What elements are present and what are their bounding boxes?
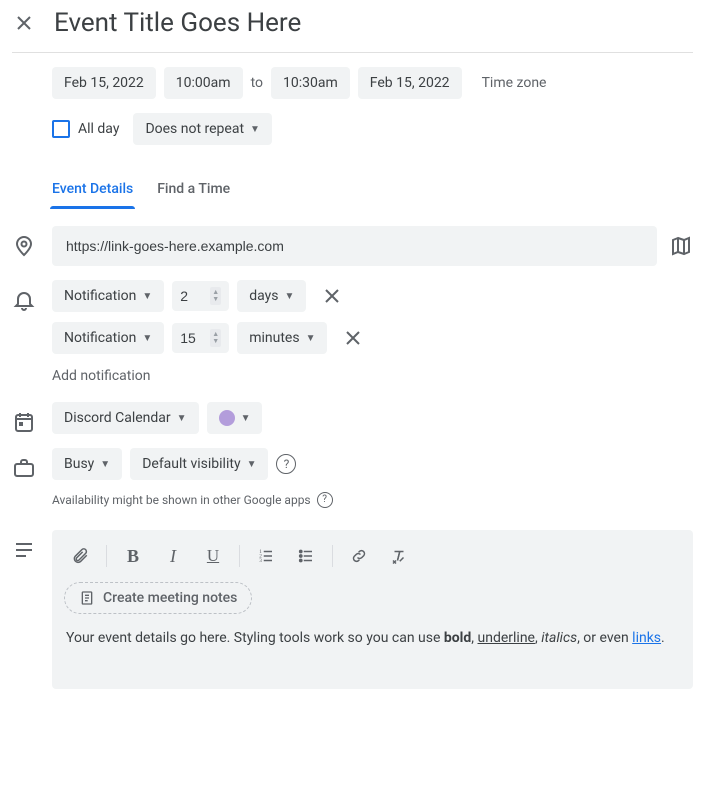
- chevron-down-icon: ▼: [306, 333, 316, 344]
- visibility-label: Default visibility: [142, 456, 240, 472]
- color-select[interactable]: ▼: [207, 402, 263, 434]
- meeting-notes-label: Create meeting notes: [103, 590, 237, 606]
- recurrence-label: Does not repeat: [145, 121, 244, 137]
- toolbar-divider: [239, 545, 240, 567]
- add-notification-button[interactable]: Add notification: [52, 364, 693, 388]
- availability-select[interactable]: Busy ▼: [52, 448, 122, 480]
- create-meeting-notes-button[interactable]: Create meeting notes: [64, 582, 252, 614]
- underline-icon[interactable]: U: [195, 540, 231, 572]
- remove-notification-1[interactable]: [320, 284, 344, 308]
- map-icon[interactable]: [669, 234, 693, 258]
- desc-link[interactable]: links: [632, 630, 661, 646]
- document-icon: [79, 590, 95, 606]
- availability-hint: Availability might be shown in other Goo…: [52, 493, 311, 507]
- visibility-select[interactable]: Default visibility ▼: [130, 448, 268, 480]
- end-time-chip[interactable]: 10:30am: [271, 67, 350, 99]
- chevron-down-icon: ▼: [177, 413, 187, 424]
- end-date-chip[interactable]: Feb 15, 2022: [358, 67, 462, 99]
- to-label: to: [251, 75, 263, 91]
- desc-segment: .: [661, 630, 665, 646]
- desc-underline: underline: [478, 630, 535, 646]
- value-stepper-2[interactable]: ▲▼: [210, 329, 221, 347]
- help-icon[interactable]: ?: [317, 492, 333, 508]
- all-day-checkbox[interactable]: [52, 120, 70, 138]
- remove-notification-2[interactable]: [341, 326, 365, 350]
- location-input[interactable]: [52, 226, 657, 266]
- recurrence-select[interactable]: Does not repeat ▼: [133, 113, 272, 145]
- notification-unit-label: minutes: [249, 330, 299, 346]
- notification-unit-label: days: [249, 288, 278, 304]
- attachment-icon[interactable]: [62, 540, 98, 572]
- toolbar-divider: [106, 545, 107, 567]
- description-icon: [12, 538, 36, 562]
- desc-italics: italics: [541, 630, 577, 646]
- italic-icon[interactable]: I: [155, 540, 191, 572]
- notification-value-2[interactable]: [180, 330, 206, 346]
- notification-unit-select-2[interactable]: minutes ▼: [237, 322, 327, 354]
- desc-segment: Your event details go here. Styling tool…: [66, 630, 444, 646]
- chevron-down-icon: ▼: [142, 333, 152, 344]
- calendar-select[interactable]: Discord Calendar ▼: [52, 402, 199, 434]
- notification-value-input-2[interactable]: ▲▼: [172, 323, 229, 353]
- notification-type-label: Notification: [64, 330, 136, 346]
- chevron-down-icon: ▼: [142, 291, 152, 302]
- color-swatch: [219, 410, 235, 426]
- notification-type-select-2[interactable]: Notification ▼: [52, 322, 164, 354]
- bell-icon: [12, 288, 36, 312]
- tab-find-a-time[interactable]: Find a Time: [157, 177, 230, 209]
- desc-bold: bold: [444, 630, 471, 646]
- chevron-down-icon: ▼: [100, 459, 110, 470]
- description-text[interactable]: Your event details go here. Styling tool…: [52, 628, 693, 649]
- tab-event-details[interactable]: Event Details: [52, 177, 133, 209]
- all-day-label: All day: [78, 121, 119, 137]
- svg-text:3: 3: [259, 558, 262, 564]
- description-editor[interactable]: B I U 123: [52, 530, 693, 689]
- link-icon[interactable]: [341, 540, 377, 572]
- chevron-down-icon: ▼: [250, 124, 260, 135]
- availability-label: Busy: [64, 456, 94, 472]
- notification-value-1[interactable]: [180, 288, 206, 304]
- chevron-down-icon: ▼: [241, 413, 251, 424]
- chevron-down-icon: ▼: [284, 291, 294, 302]
- notification-unit-select-1[interactable]: days ▼: [237, 280, 306, 312]
- chevron-down-icon: ▼: [247, 459, 257, 470]
- notification-type-select-1[interactable]: Notification ▼: [52, 280, 164, 312]
- event-title[interactable]: Event Title Goes Here: [54, 8, 301, 38]
- close-icon[interactable]: [12, 11, 36, 35]
- bullet-list-icon[interactable]: [288, 540, 324, 572]
- timezone-button[interactable]: Time zone: [482, 75, 547, 91]
- location-pin-icon: [12, 234, 36, 258]
- start-date-chip[interactable]: Feb 15, 2022: [52, 67, 156, 99]
- help-icon[interactable]: ?: [276, 454, 296, 474]
- toolbar-divider: [332, 545, 333, 567]
- notification-value-input-1[interactable]: ▲▼: [172, 281, 229, 311]
- bold-icon[interactable]: B: [115, 540, 151, 572]
- briefcase-icon: [12, 456, 36, 480]
- calendar-icon: [12, 410, 36, 434]
- calendar-name: Discord Calendar: [64, 410, 171, 426]
- desc-segment: , or even: [577, 630, 632, 646]
- notification-type-label: Notification: [64, 288, 136, 304]
- clear-formatting-icon[interactable]: [381, 540, 417, 572]
- value-stepper-1[interactable]: ▲▼: [210, 287, 221, 305]
- numbered-list-icon[interactable]: 123: [248, 540, 284, 572]
- start-time-chip[interactable]: 10:00am: [164, 67, 243, 99]
